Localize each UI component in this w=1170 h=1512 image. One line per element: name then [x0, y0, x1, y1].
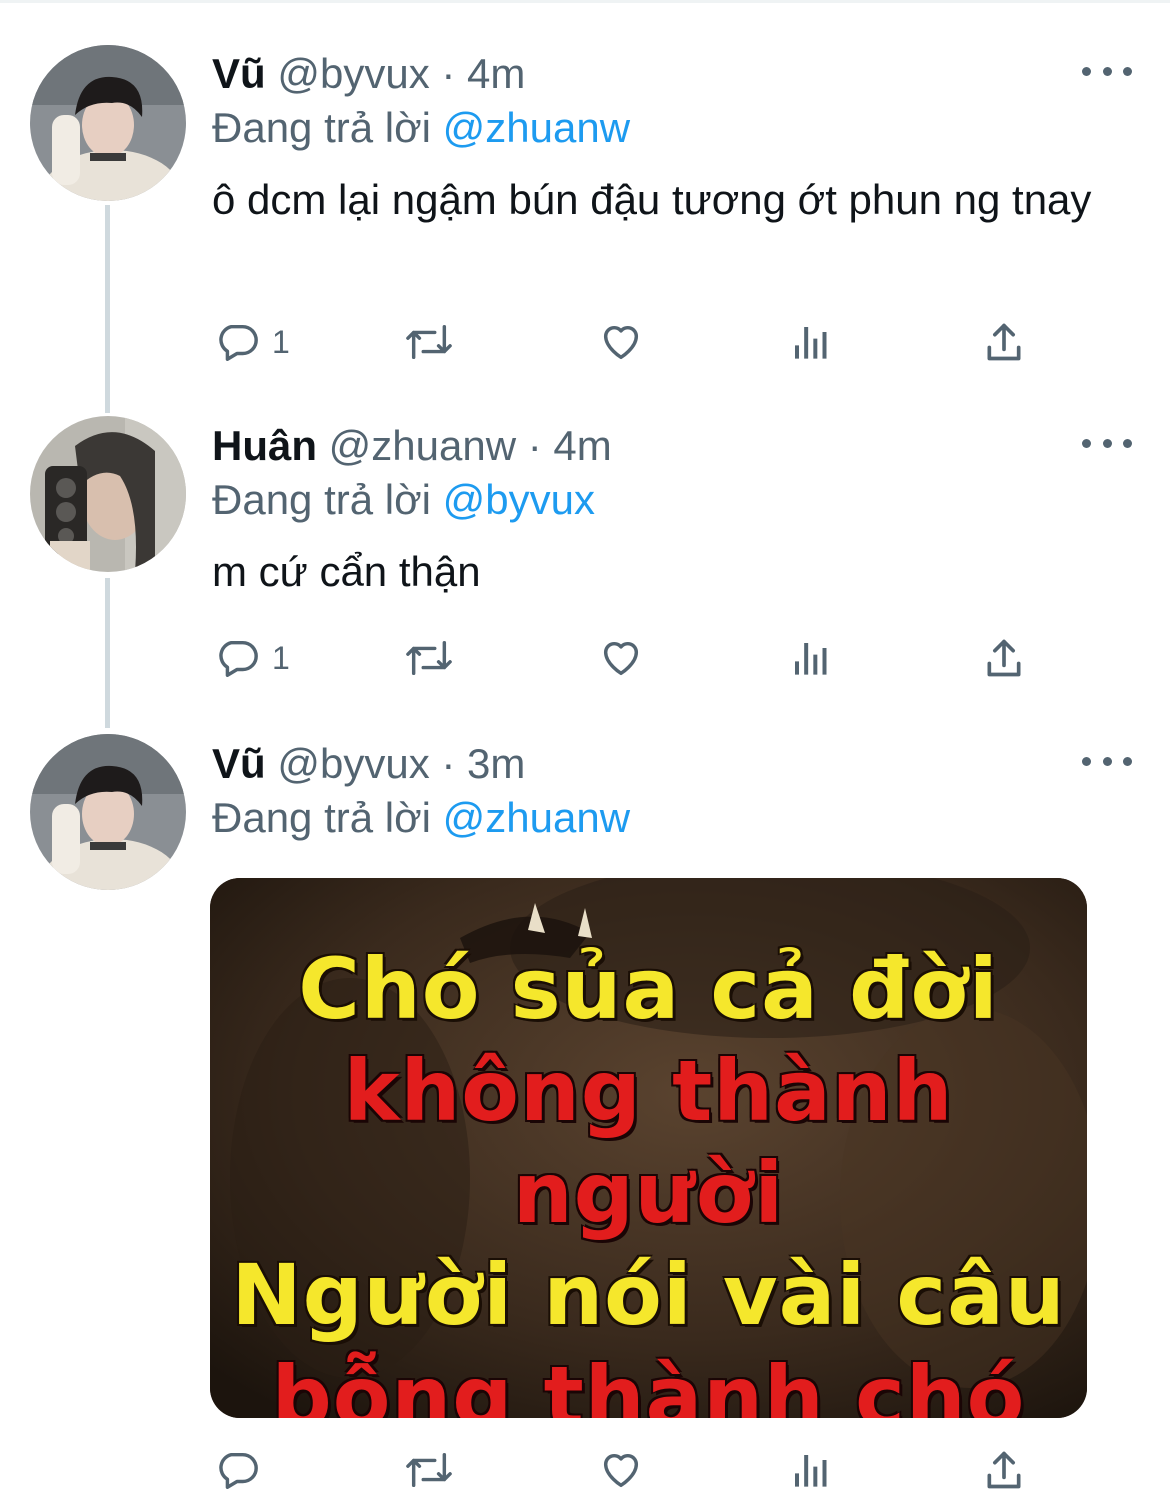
reply-count: 1: [272, 323, 290, 360]
reply-button[interactable]: 1: [214, 312, 290, 372]
tweet-text: ô dcm lại ngậm bún đậu tương ớt phun ng …: [212, 176, 1092, 223]
tweet-header: Huân @zhuanw · 4m: [212, 418, 612, 474]
heart-icon: [603, 1453, 639, 1488]
action-bar: 1: [0, 312, 1170, 372]
handle-time[interactable]: @zhuanw · 4m: [329, 422, 612, 469]
tweet-text: m cứ cẩn thận: [212, 548, 481, 595]
reply-mention-link[interactable]: @byvux: [443, 476, 595, 523]
avatar[interactable]: [30, 45, 186, 201]
share-button[interactable]: [982, 312, 1026, 372]
heart-icon: [603, 325, 639, 360]
meme-line: bỗng thành chó: [271, 1348, 1026, 1418]
tweet[interactable]: Vũ @byvux · 4m Đang trả lời @zhuanw ô dc…: [0, 0, 1170, 400]
more-dots-icon[interactable]: [1082, 428, 1132, 458]
tweet-header: Vũ @byvux · 4m: [212, 46, 525, 102]
meme-line: Chó sủa cả đời: [298, 940, 999, 1038]
more-dots-icon[interactable]: [1082, 56, 1132, 86]
views-button[interactable]: [792, 1440, 832, 1500]
reply-button[interactable]: 1: [214, 628, 290, 688]
like-button[interactable]: [597, 312, 645, 372]
handle-time[interactable]: @byvux · 4m: [277, 50, 525, 97]
action-bar: 1: [0, 628, 1170, 688]
display-name[interactable]: Vũ: [212, 50, 266, 97]
reply-mention-link[interactable]: @zhuanw: [443, 794, 630, 841]
avatar[interactable]: [30, 734, 186, 890]
retweet-button[interactable]: [402, 628, 456, 688]
more-dots-icon[interactable]: [1082, 746, 1132, 776]
comment-bubble-icon: [219, 324, 258, 361]
analytics-icon: [795, 327, 827, 359]
action-bar: [0, 1440, 1170, 1500]
views-button[interactable]: [792, 312, 832, 372]
heart-icon: [603, 641, 639, 676]
analytics-icon: [795, 1455, 827, 1487]
share-button[interactable]: [982, 628, 1026, 688]
meme-line: Người nói vài câu: [231, 1246, 1066, 1344]
comment-bubble-icon: [219, 640, 258, 677]
reply-context: Đang trả lời @zhuanw: [212, 790, 630, 846]
media-image[interactable]: Chó sủa cả đời không thành người Người n…: [210, 878, 1087, 1418]
reply-button[interactable]: [214, 1440, 260, 1500]
meme-line: không thành người: [343, 1042, 954, 1242]
share-button[interactable]: [982, 1440, 1026, 1500]
reply-prefix: Đang trả lời: [212, 104, 431, 151]
reply-context: Đang trả lời @zhuanw: [212, 100, 630, 156]
retweet-icon: [406, 1452, 452, 1488]
retweet-button[interactable]: [402, 312, 456, 372]
reply-count: 1: [272, 639, 290, 676]
tweet-header: Vũ @byvux · 3m: [212, 736, 525, 792]
like-button[interactable]: [597, 1440, 645, 1500]
reply-mention-link[interactable]: @zhuanw: [443, 104, 630, 151]
analytics-icon: [795, 643, 827, 675]
share-icon: [987, 639, 1021, 677]
avatar[interactable]: [30, 416, 186, 572]
retweet-icon: [406, 324, 452, 360]
retweet-icon: [406, 640, 452, 676]
reply-prefix: Đang trả lời: [212, 794, 431, 841]
share-icon: [987, 323, 1021, 361]
reply-prefix: Đang trả lời: [212, 476, 431, 523]
meme-caption: Chó sủa cả đời không thành người Người n…: [210, 938, 1087, 1418]
retweet-button[interactable]: [402, 1440, 456, 1500]
display-name[interactable]: Huân: [212, 422, 317, 469]
handle-time[interactable]: @byvux · 3m: [277, 740, 525, 787]
display-name[interactable]: Vũ: [212, 740, 266, 787]
comment-bubble-icon: [219, 1452, 258, 1489]
tweet[interactable]: Huân @zhuanw · 4m Đang trả lời @byvux m …: [0, 400, 1170, 720]
like-button[interactable]: [597, 628, 645, 688]
share-icon: [987, 1451, 1021, 1489]
reply-context: Đang trả lời @byvux: [212, 472, 595, 528]
views-button[interactable]: [792, 628, 832, 688]
